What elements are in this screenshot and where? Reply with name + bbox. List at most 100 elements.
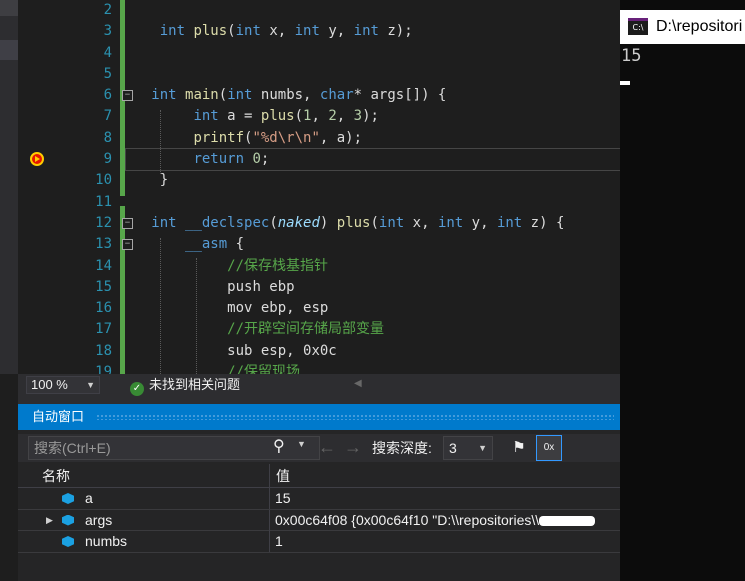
code-text: z);: [378, 23, 413, 40]
code-line: //保存栈基指针: [126, 256, 620, 277]
keyword: int: [151, 87, 177, 104]
code-line: int a = plus(1, 2, 3);: [126, 106, 620, 127]
keyword: __declspec: [176, 214, 270, 231]
fold-collapse-icon[interactable]: −: [122, 239, 133, 251]
code-text: mov ebp, esp: [227, 300, 329, 317]
code-text: (: [227, 23, 236, 40]
table-row[interactable]: ▶ args 0x00c64f08 {0x00c64f10 "D:\\repos…: [18, 509, 620, 531]
fold-collapse-icon[interactable]: −: [122, 217, 133, 229]
code-line: − __asm {: [122, 234, 620, 255]
zoom-dropdown[interactable]: 100 % ▼: [26, 376, 100, 394]
keyword: int: [496, 214, 523, 231]
search-depth-label: 搜索深度:: [372, 440, 432, 456]
keyword: int: [151, 214, 177, 231]
line-number: 16: [95, 300, 112, 317]
change-indicator-bar: [120, 206, 125, 374]
keyword: int: [378, 214, 405, 231]
code-editor[interactable]: 2 3 4 5 6 7 8 9 10 11 12 13 14 15 16 17 …: [18, 0, 620, 374]
keyword: int: [235, 23, 261, 40]
table-row[interactable]: a 15: [18, 488, 620, 510]
column-separator: [269, 531, 270, 552]
line-number: 2: [103, 2, 112, 18]
arrow-left-icon[interactable]: ←: [318, 436, 336, 458]
line-number: 18: [95, 342, 112, 359]
fold-collapse-icon[interactable]: −: [122, 90, 133, 102]
code-text: sub esp, 0x0c: [227, 342, 337, 359]
keyword: int: [353, 23, 379, 40]
search-icon[interactable]: ⚲: [273, 436, 285, 458]
column-separator[interactable]: [269, 464, 270, 488]
line-number: 3: [103, 23, 112, 40]
code-text: (: [370, 214, 379, 231]
line-number: 4: [103, 44, 112, 61]
panel-splitter[interactable]: [18, 396, 620, 404]
line-number: 14: [95, 257, 112, 274]
variable-value[interactable]: 1: [275, 531, 615, 552]
code-text: x,: [260, 23, 295, 40]
variable-icon: [62, 536, 74, 547]
chevron-down-icon: ▼: [86, 380, 95, 390]
line-number: 11: [95, 193, 112, 210]
keyword: int: [294, 23, 320, 40]
line-number: 15: [95, 278, 112, 295]
pin-icon[interactable]: ⚑: [508, 437, 530, 459]
autos-toolbar: 搜索(Ctrl+E) ⚲ ▼ ← → 搜索深度: 3 ▼ ⚑ 0x: [18, 434, 620, 462]
current-code-line: return 0;: [125, 148, 620, 172]
arrow-right-icon[interactable]: →: [344, 436, 362, 458]
left-strip-tab[interactable]: [0, 0, 18, 16]
code-line: printf("%d\r\n", a);: [126, 128, 620, 149]
column-separator: [269, 509, 270, 531]
code-text: (: [294, 108, 304, 125]
keyword: int: [193, 108, 219, 125]
chevron-down-icon[interactable]: ▼: [297, 439, 306, 449]
code-text: );: [362, 108, 379, 125]
breakpoint-current-statement-icon[interactable]: [30, 152, 44, 166]
keyword: int: [227, 87, 253, 104]
code-line: //开辟空间存储局部变量: [126, 319, 620, 340]
keyword: int: [159, 23, 186, 40]
table-row[interactable]: numbs 1: [18, 531, 620, 553]
comment: //开辟空间存储局部变量: [227, 321, 385, 338]
expand-arrow-icon[interactable]: ▶: [46, 510, 53, 531]
code-text: }: [159, 172, 169, 189]
autos-window-title-bar[interactable]: 自动窗口: [18, 404, 620, 430]
function-name: plus: [193, 23, 228, 40]
indent-guide: [196, 258, 197, 374]
line-number: 6: [103, 87, 112, 104]
variable-value[interactable]: 0x00c64f08 {0x00c64f10 "D:\\repositories…: [275, 510, 615, 531]
variable-value[interactable]: 15: [275, 488, 615, 509]
issues-text: 未找到相关问题: [149, 377, 241, 392]
redacted-region: [539, 515, 596, 526]
code-text: {: [227, 236, 245, 253]
console-output: 15: [621, 46, 642, 66]
column-separator: [269, 488, 270, 509]
line-number: 8: [103, 129, 112, 146]
variable-name: args: [85, 511, 113, 528]
zoom-value: 100 %: [31, 377, 68, 392]
variable-icon: [62, 514, 74, 526]
console-window[interactable]: D:\repositori C:\ 15: [620, 0, 745, 581]
issues-indicator[interactable]: ✓ 未找到相关问题: [130, 376, 240, 396]
breakpoint-margin[interactable]: [18, 0, 50, 374]
search-depth-select[interactable]: 3 ▼: [443, 436, 493, 460]
number-literal: 3: [353, 108, 363, 125]
code-text: ,: [336, 108, 354, 125]
code-line: int plus(int x, int y, int z);: [126, 21, 620, 42]
code-text: y,: [463, 214, 497, 231]
code-text-area[interactable]: int plus(int x, int y, int z); − int mai…: [122, 0, 620, 374]
code-text: ;: [260, 151, 270, 168]
column-header-value[interactable]: 值: [276, 464, 290, 488]
column-header-name[interactable]: 名称: [42, 464, 70, 488]
code-text: z) {: [522, 214, 565, 231]
keyword: return: [193, 151, 245, 168]
code-text: * args[]) {: [353, 87, 447, 104]
code-text: ,: [311, 108, 329, 125]
left-strip-tab-active[interactable]: [0, 40, 18, 60]
check-circle-icon: ✓: [130, 382, 144, 396]
string-literal: "%d\r\n": [252, 129, 320, 146]
variables-grid: 名称 值 a 15 ▶ args 0x00c64f08 {0x00c64f10 …: [18, 464, 620, 553]
scroll-left-arrow-icon[interactable]: ◀: [354, 378, 362, 389]
hex-display-icon[interactable]: 0x: [536, 435, 562, 461]
